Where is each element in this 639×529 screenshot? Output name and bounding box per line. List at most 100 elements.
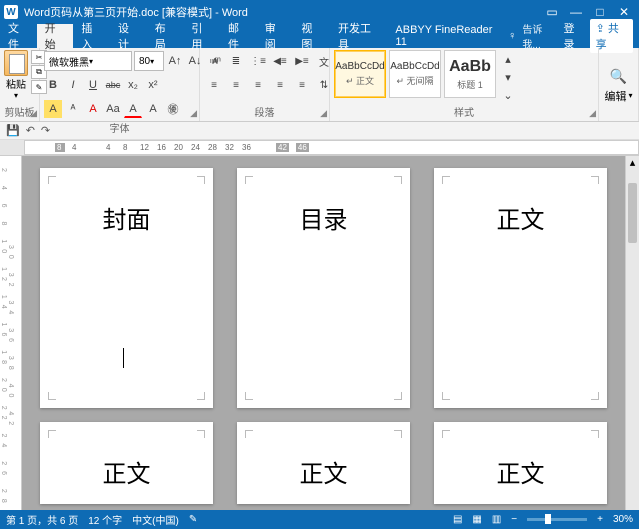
paste-icon xyxy=(4,50,28,76)
styles-expand[interactable]: ⌄ xyxy=(499,86,517,104)
distribute-button[interactable]: ≡ xyxy=(292,76,312,94)
ribbon-options-button[interactable]: ▭ xyxy=(541,3,563,21)
tab-references[interactable]: 引用 xyxy=(183,24,220,48)
scrollbar-thumb[interactable] xyxy=(628,183,637,243)
language-indicator[interactable]: 中文(中国) xyxy=(132,512,179,527)
page-content: 正文 xyxy=(103,454,151,489)
bullets-button[interactable]: ≔ xyxy=(204,52,224,70)
page-1[interactable]: 封面 xyxy=(40,168,213,408)
zoom-out-button[interactable]: − xyxy=(511,514,517,525)
text-effects-button[interactable]: ᴬ xyxy=(64,100,82,118)
tab-file[interactable]: 文件 xyxy=(0,24,37,48)
zoom-slider[interactable] xyxy=(527,518,587,521)
page-content: 正文 xyxy=(497,454,545,489)
pages-viewport[interactable]: 封面 目录 正文 正文 正文 正文 xyxy=(22,156,625,510)
group-paragraph: ≔ ≣ ⋮≡ ◀≡ ▶≡ 文 A↓ ¶ ≡ ≡ ≡ ≡ ≡ ⇅ ▦ ⊞ 段落 ◢ xyxy=(200,48,330,121)
group-label: 字体 xyxy=(44,120,195,137)
group-label: 样式 xyxy=(334,104,594,121)
page-content: 目录 xyxy=(300,200,348,235)
vertical-scrollbar[interactable]: ▴ xyxy=(625,156,639,510)
statusbar: 第 1 页，共 6 页 12 个字 中文(中国) ✎ ▤ ▦ ▥ − + 30% xyxy=(0,510,639,529)
page-content: 正文 xyxy=(497,200,545,235)
change-case-button[interactable]: Aa xyxy=(104,100,122,118)
tab-bar: 文件 开始 插入 设计 布局 引用 邮件 审阅 视图 开发工具 ABBYY Fi… xyxy=(0,24,639,48)
document-title: Word页码从第三页开始.doc [兼容模式] - Word xyxy=(24,4,248,20)
tab-abbyy[interactable]: ABBYY FineReader 11 xyxy=(387,24,508,48)
underline-button[interactable]: U xyxy=(84,76,102,94)
highlight-button[interactable]: A xyxy=(84,100,102,118)
multilevel-button[interactable]: ⋮≡ xyxy=(248,52,268,70)
tellme-search[interactable]: 告诉我... xyxy=(522,21,557,51)
dialog-launcher-icon[interactable]: ◢ xyxy=(320,108,327,119)
page-content: 封面 xyxy=(103,200,151,235)
decrease-indent-button[interactable]: ◀≡ xyxy=(270,52,290,70)
track-changes-icon[interactable]: ✎ xyxy=(189,514,197,525)
tab-insert[interactable]: 插入 xyxy=(73,24,110,48)
style-heading1[interactable]: AaBb 标题 1 xyxy=(444,50,496,98)
document-area: 2 4 6 8 10 12 14 16 18 20 22 24 26 28 30… xyxy=(0,156,639,510)
tab-review[interactable]: 审阅 xyxy=(257,24,294,48)
numbering-button[interactable]: ≣ xyxy=(226,52,246,70)
tab-home[interactable]: 开始 xyxy=(37,24,74,48)
tab-design[interactable]: 设计 xyxy=(110,24,147,48)
editing-button[interactable]: 编辑▾ xyxy=(604,88,632,104)
style-nospacing[interactable]: AaBbCcDd ↵ 无间隔 xyxy=(389,50,441,98)
undo-button[interactable]: ↶ xyxy=(26,124,35,137)
font-size-select[interactable]: 80 ▾ xyxy=(134,51,164,71)
minimize-button[interactable]: — xyxy=(565,3,587,21)
page-4[interactable]: 正文 xyxy=(40,422,213,504)
horizontal-ruler[interactable]: 8 4 4 8 12 16 20 24 28 32 36 42 46 xyxy=(0,140,639,156)
grow-font-button[interactable]: A↑ xyxy=(166,52,184,70)
zoom-in-button[interactable]: + xyxy=(597,514,603,525)
styles-scroll-up[interactable]: ▴ xyxy=(499,50,517,68)
read-mode-button[interactable]: ▤ xyxy=(453,514,462,525)
tab-layout[interactable]: 布局 xyxy=(147,24,184,48)
find-icon[interactable]: 🔍 xyxy=(610,68,627,85)
align-center-button[interactable]: ≡ xyxy=(226,76,246,94)
align-left-button[interactable]: ≡ xyxy=(204,76,224,94)
page-indicator[interactable]: 第 1 页，共 6 页 xyxy=(6,512,78,527)
strikethrough-button[interactable]: abc xyxy=(104,76,122,94)
dialog-launcher-icon[interactable]: ◢ xyxy=(589,108,596,119)
circle-char-button[interactable]: ㊝ xyxy=(164,100,182,118)
bold-button[interactable]: B xyxy=(44,76,62,94)
style-normal[interactable]: AaBbCcDd ↵ 正文 xyxy=(334,50,386,98)
page-3[interactable]: 正文 xyxy=(434,168,607,408)
char-shading-button[interactable]: A xyxy=(44,100,62,118)
tab-mailings[interactable]: 邮件 xyxy=(220,24,257,48)
group-styles: AaBbCcDd ↵ 正文 AaBbCcDd ↵ 无间隔 AaBb 标题 1 ▴… xyxy=(330,48,599,121)
zoom-level[interactable]: 30% xyxy=(613,514,633,525)
page-content: 正文 xyxy=(300,454,348,489)
word-count[interactable]: 12 个字 xyxy=(88,512,122,527)
save-button[interactable]: 💾 xyxy=(6,124,20,137)
superscript-button[interactable]: x² xyxy=(144,76,162,94)
char-border-button[interactable]: A xyxy=(144,100,162,118)
group-editing: 🔍 编辑▾ xyxy=(599,48,639,121)
paste-button[interactable]: 粘贴 ▾ xyxy=(4,50,28,100)
increase-indent-button[interactable]: ▶≡ xyxy=(292,52,312,70)
dialog-launcher-icon[interactable]: ◢ xyxy=(190,108,197,119)
page-6[interactable]: 正文 xyxy=(434,422,607,504)
group-label: 段落 xyxy=(204,104,325,121)
chevron-down-icon: ▾ xyxy=(14,91,18,100)
group-font: 微软雅黑 ▾ 80 ▾ A↑ A↓ ᴀͫ B I U abc x₂ x² A ᴬ… xyxy=(40,48,200,121)
page-2[interactable]: 目录 xyxy=(237,168,410,408)
lightbulb-icon: ♀ xyxy=(508,30,516,42)
vertical-ruler[interactable]: 2 4 6 8 10 12 14 16 18 20 22 24 26 28 30… xyxy=(0,156,22,510)
ribbon: 粘贴 ▾ ✂ ⧉ ✎ 剪贴板 ◢ 微软雅黑 ▾ 80 ▾ A↑ A↓ ᴀͫ B … xyxy=(0,48,639,122)
tab-developer[interactable]: 开发工具 xyxy=(330,24,387,48)
align-right-button[interactable]: ≡ xyxy=(248,76,268,94)
subscript-button[interactable]: x₂ xyxy=(124,76,142,94)
tab-view[interactable]: 视图 xyxy=(293,24,330,48)
justify-button[interactable]: ≡ xyxy=(270,76,290,94)
web-layout-button[interactable]: ▥ xyxy=(492,514,501,525)
group-clipboard: 粘贴 ▾ ✂ ⧉ ✎ 剪贴板 ◢ xyxy=(0,48,40,121)
page-5[interactable]: 正文 xyxy=(237,422,410,504)
word-icon: W xyxy=(4,5,18,19)
dialog-launcher-icon[interactable]: ◢ xyxy=(30,108,37,119)
print-layout-button[interactable]: ▦ xyxy=(472,514,481,525)
font-family-select[interactable]: 微软雅黑 ▾ xyxy=(44,51,132,71)
font-color-button[interactable]: A xyxy=(124,100,142,118)
styles-scroll-down[interactable]: ▾ xyxy=(499,68,517,86)
italic-button[interactable]: I xyxy=(64,76,82,94)
